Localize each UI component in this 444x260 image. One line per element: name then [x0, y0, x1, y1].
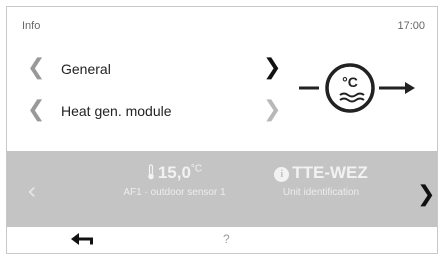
bottom-bar: ? — [7, 227, 437, 253]
status-bar: Info 17:00 — [7, 7, 437, 45]
menu-label-general: General — [61, 61, 111, 77]
unit-identification-readout: i TTE-WEZ Unit identification — [257, 163, 385, 198]
info-icon: i — [274, 167, 290, 182]
screen-frame: Info 17:00 ❮ General ❯ ❮ Heat gen. modul… — [6, 6, 438, 254]
thermometer-icon — [148, 164, 154, 180]
unit-identification-value: TTE-WEZ — [292, 163, 368, 182]
chevron-left-icon[interactable]: ❮ — [27, 99, 45, 121]
outdoor-temperature-value: 15,0 — [157, 163, 191, 182]
device-icon-symbol: °C — [342, 74, 358, 90]
chevron-right-icon[interactable]: ❯ — [263, 99, 281, 121]
readout-band: ‹ 15,0°C AF1 · outdoor sensor 1 i TTE-WEZ… — [7, 151, 437, 227]
screen-title: Info — [22, 20, 41, 32]
chevron-right-icon[interactable]: ❯ — [417, 184, 435, 206]
unit-identification-label: Unit identification — [282, 187, 360, 198]
outdoor-temperature-readout: 15,0°C AF1 · outdoor sensor 1 — [107, 163, 242, 198]
outdoor-temperature-device-icon: °C — [299, 63, 415, 113]
chevron-right-icon[interactable]: ❯ — [263, 57, 281, 79]
back-arrow-icon[interactable] — [69, 230, 97, 248]
chevron-left-icon[interactable]: ‹ — [27, 179, 37, 203]
clock: 17:00 — [397, 20, 425, 32]
help-button[interactable]: ? — [223, 232, 230, 246]
outdoor-sensor-label: AF1 · outdoor sensor 1 — [123, 187, 226, 198]
chevron-left-icon[interactable]: ❮ — [27, 57, 45, 79]
menu-label-heat-gen-module: Heat gen. module — [61, 103, 172, 119]
temperature-unit: °C — [190, 163, 203, 175]
